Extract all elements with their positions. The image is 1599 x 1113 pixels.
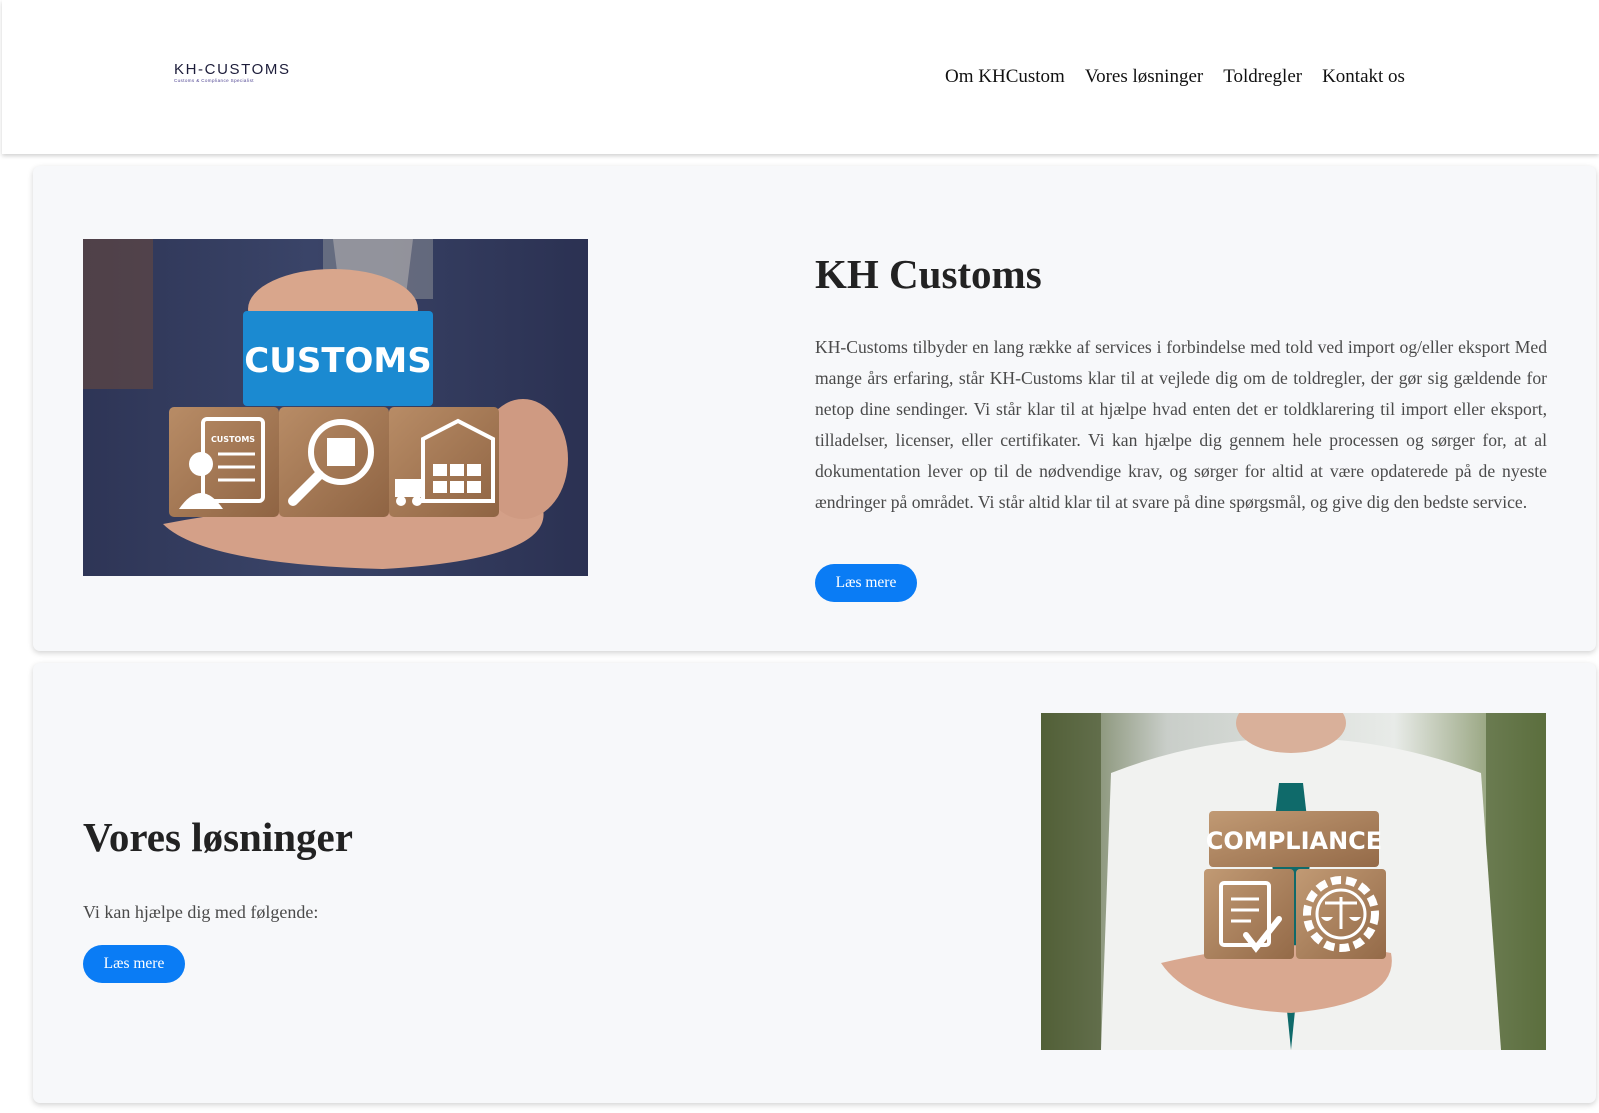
read-more-button[interactable]: Læs mere bbox=[815, 564, 917, 602]
solutions-title: Vores løsninger bbox=[83, 814, 353, 860]
read-more-button[interactable]: Læs mere bbox=[83, 945, 185, 983]
solutions-card: Vores løsninger Vi kan hjælpe dig med fø… bbox=[33, 663, 1596, 1103]
logo-text: KH-CUSTOMS bbox=[174, 61, 291, 78]
main-nav: Om KHCustom Vores løsninger Toldregler K… bbox=[945, 66, 1405, 88]
intro-card: CUSTOMS CUSTOMS KH Customs KH-Customs ti… bbox=[33, 166, 1596, 651]
nav-link-om-khcustom[interactable]: Om KHCustom bbox=[945, 66, 1065, 88]
intro-description: KH-Customs tilbyder en lang række af ser… bbox=[815, 337, 1547, 512]
nav-link-vores-losninger[interactable]: Vores løsninger bbox=[1085, 66, 1203, 88]
solutions-intro: Vi kan hjælpe dig med følgende: bbox=[83, 902, 319, 922]
customs-blocks-illustration: CUSTOMS CUSTOMS bbox=[83, 239, 588, 576]
compliance-blocks-illustration: COMPLIANCE bbox=[1041, 713, 1546, 1050]
compliance-blocks-image: COMPLIANCE bbox=[1041, 713, 1546, 1050]
customs-blocks-image: CUSTOMS CUSTOMS bbox=[83, 239, 588, 576]
customs-block-label: CUSTOMS bbox=[244, 341, 431, 381]
nav-link-toldregler[interactable]: Toldregler bbox=[1223, 66, 1302, 88]
site-header: KH-CUSTOMS Customs & Compliance Speciali… bbox=[2, 0, 1599, 154]
nav-link-kontakt-os[interactable]: Kontakt os bbox=[1322, 66, 1405, 88]
site-logo[interactable]: KH-CUSTOMS Customs & Compliance Speciali… bbox=[174, 62, 294, 88]
small-customs-label: CUSTOMS bbox=[211, 435, 255, 444]
logo-tagline: Customs & Compliance Specialist bbox=[174, 78, 254, 83]
compliance-block-label: COMPLIANCE bbox=[1206, 827, 1382, 855]
intro-title: KH Customs bbox=[815, 251, 1042, 297]
